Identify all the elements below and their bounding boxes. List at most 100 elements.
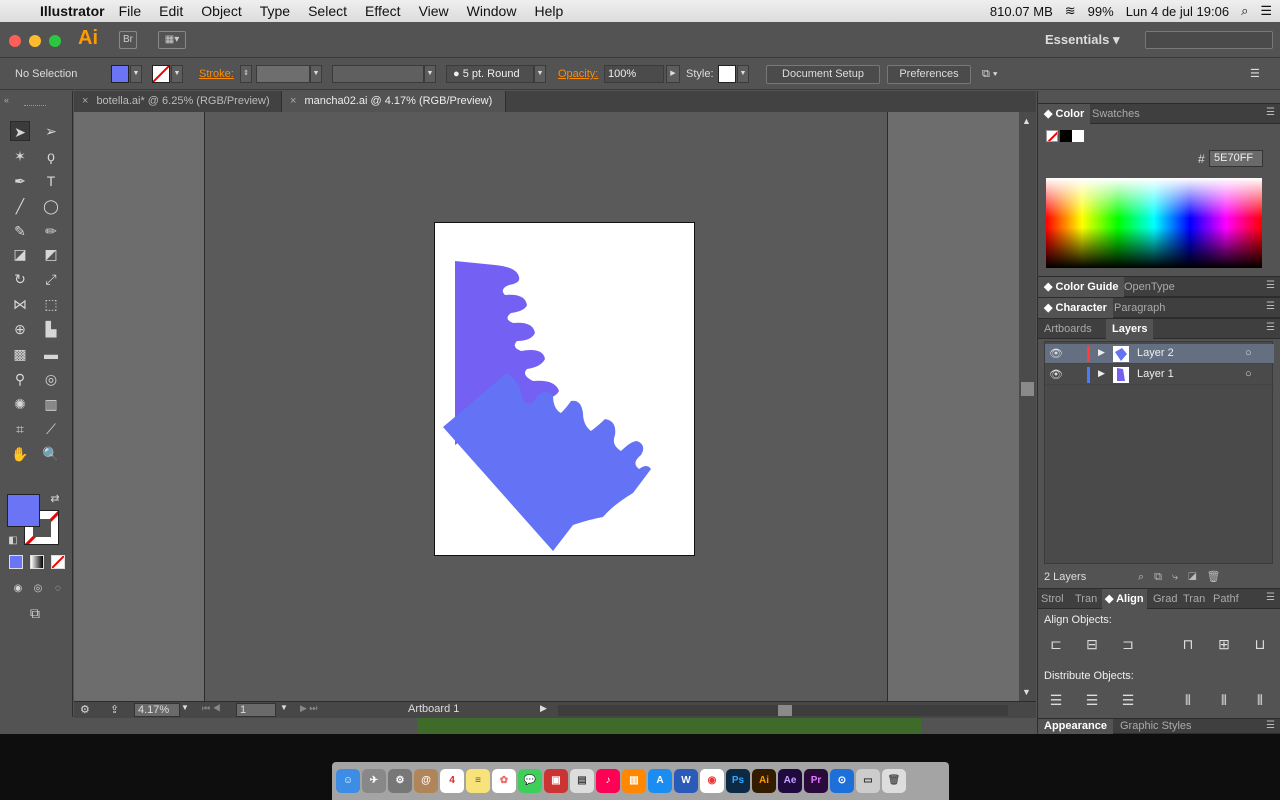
launchpad-icon[interactable]: ✈ [362,769,386,793]
stroke-label[interactable]: Stroke: [199,66,234,83]
graphic-style-swatch[interactable] [718,65,736,83]
menu-file[interactable]: File [119,3,142,19]
pasteboard-right[interactable] [887,112,1019,702]
fill-dropdown-icon[interactable]: ▼ [130,65,142,83]
chrome-icon[interactable]: ◉ [700,769,724,793]
after-effects-icon[interactable]: Ae [778,769,802,793]
brush-dropdown-icon[interactable]: ▼ [534,65,546,83]
help-search-input[interactable] [1145,31,1273,49]
utilities-folder-icon[interactable]: ▭ [856,769,880,793]
artboard-tool-icon[interactable]: ⌗ [10,419,30,439]
tab-layers[interactable]: Layers [1106,319,1154,339]
menu-object[interactable]: Object [201,3,241,19]
panel-menu-icon[interactable]: ☰ [1266,301,1275,312]
app-menu[interactable]: Illustrator [40,3,105,19]
zoom-window-button[interactable] [49,35,61,47]
illustrator-icon[interactable]: Ai [752,769,776,793]
spotlight-icon[interactable]: ⌕ [1241,3,1248,19]
opacity-label[interactable]: Opacity: [558,66,598,83]
photoshop-icon[interactable]: Ps [726,769,750,793]
align-left-icon[interactable]: ⊏ [1048,636,1064,652]
menu-help[interactable]: Help [534,3,563,19]
menu-type[interactable]: Type [260,3,290,19]
stroke-weight-stepper[interactable]: ⇕ [240,65,252,83]
ibooks-icon[interactable]: ▥ [622,769,646,793]
panel-menu-icon[interactable]: ☰ [1266,720,1275,731]
preview-icon[interactable]: ▤ [570,769,594,793]
variable-width-profile[interactable] [332,65,424,83]
horizontal-scroll-thumb[interactable] [778,705,792,716]
mesh-tool-icon[interactable]: ▩ [10,344,30,364]
word-icon[interactable]: W [674,769,698,793]
eraser-tool-icon[interactable]: ◩ [41,244,61,264]
tab-paragraph[interactable]: Paragraph [1108,298,1171,318]
hex-input[interactable]: 5E70FF [1209,150,1263,167]
vertical-scroll-thumb[interactable] [1021,382,1034,396]
distribute-top-icon[interactable]: ☰ [1048,692,1064,708]
white-chip[interactable] [1072,130,1084,142]
tab-pathfinder[interactable]: Pathf [1210,589,1242,609]
distribute-left-icon[interactable]: ⫴ [1180,692,1196,708]
panel-menu-icon[interactable]: ☰ [1266,592,1275,603]
arrange-icon[interactable]: ⧉ ▾ [982,66,998,83]
close-tab-icon[interactable]: × [290,95,296,107]
status-menu-icon[interactable]: ▶ [540,703,547,714]
tab-character[interactable]: ◆ Character [1038,298,1113,318]
column-graph-tool-icon[interactable]: ▥ [41,394,61,414]
black-chip[interactable] [1060,130,1072,142]
none-mode-button[interactable] [51,555,65,569]
symbol-sprayer-tool-icon[interactable]: ✺ [10,394,30,414]
stroke-weight-dropdown-icon[interactable]: ▼ [310,65,322,83]
profile-dropdown-icon[interactable]: ▼ [424,65,436,83]
calendar-icon[interactable]: 4 [440,769,464,793]
align-top-icon[interactable]: ⊓ [1180,636,1196,652]
free-transform-tool-icon[interactable]: ⬚ [41,294,61,314]
pen-tool-icon[interactable]: ✒ [10,171,30,191]
slice-tool-icon[interactable]: ⟋ [41,419,61,439]
memory-indicator[interactable]: 810.07 MB [990,4,1053,19]
tab-artboards[interactable]: Artboards [1038,319,1098,339]
line-tool-icon[interactable]: ╱ [10,196,30,216]
align-vcenter-icon[interactable]: ⊞ [1216,636,1232,652]
blend-tool-icon[interactable]: ◎ [41,369,61,389]
itunes-icon[interactable]: ♪ [596,769,620,793]
menu-select[interactable]: Select [308,3,347,19]
notes-icon[interactable]: ≡ [466,769,490,793]
safari-icon[interactable]: ⊙ [830,769,854,793]
target-icon[interactable]: ○ [1245,347,1252,359]
share-icon[interactable]: ⇪ [110,703,119,716]
direct-selection-tool-icon[interactable]: ➢ [41,121,61,141]
vertical-scrollbar[interactable]: ▲ ▼ [1019,112,1036,702]
wifi-icon[interactable]: ≋ [1065,3,1076,19]
panel-menu-icon[interactable]: ☰ [1266,322,1275,333]
pencil-tool-icon[interactable]: ✏ [41,221,61,241]
opacity-field[interactable]: 100% [604,65,664,83]
tab-opentype[interactable]: OpenType [1118,277,1181,297]
tab-appearance[interactable]: Appearance [1038,719,1113,734]
panel-menu-icon[interactable]: ☰ [1266,107,1275,118]
control-panel-menu-icon[interactable]: ☰ [1250,66,1260,83]
scroll-up-icon[interactable]: ▲ [1022,116,1031,126]
battery-percent[interactable]: 99% [1088,4,1114,19]
trash-icon[interactable]: 🗑 [882,769,906,793]
document-setup-button[interactable]: Document Setup [766,65,880,84]
arrange-documents-button[interactable]: ▦▾ [158,31,186,49]
fill-swatch[interactable] [111,65,129,83]
artboard-dropdown-icon[interactable]: ▼ [280,703,288,712]
collapse-tools-icon[interactable]: « [4,95,9,105]
clock[interactable]: Lun 4 de jul 19:06 [1126,4,1229,19]
tab-color-guide[interactable]: ◆ Color Guide [1038,277,1125,297]
paintbrush-tool-icon[interactable]: ✎ [10,221,30,241]
align-right-icon[interactable]: ⊐ [1120,636,1136,652]
brush-definition[interactable]: ● 5 pt. Round [446,65,534,83]
contacts-icon[interactable]: @ [414,769,438,793]
shape-builder-tool-icon[interactable]: ⊕ [10,319,30,339]
messages-icon[interactable]: 💬 [518,769,542,793]
none-color-chip[interactable] [1046,130,1058,142]
workspace-switcher[interactable]: Essentials ▾ [1045,32,1119,48]
distribute-bottom-icon[interactable]: ☰ [1120,692,1136,708]
eye-icon[interactable]: 👁 [1049,347,1063,360]
selection-tool-icon[interactable]: ➤ [10,121,30,141]
photos-icon[interactable]: ✿ [492,769,516,793]
target-icon[interactable]: ○ [1245,368,1252,380]
